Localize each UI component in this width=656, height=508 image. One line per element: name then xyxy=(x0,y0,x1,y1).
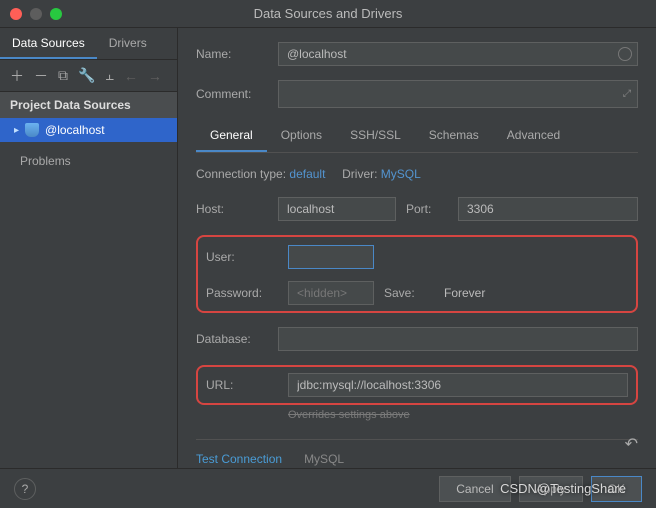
property-tabs: General Options SSH/SSL Schemas Advanced xyxy=(196,122,638,153)
port-label: Port: xyxy=(406,202,448,216)
user-input[interactable] xyxy=(288,245,374,269)
port-input[interactable] xyxy=(458,197,638,221)
graph-icon[interactable]: ⫠ xyxy=(105,67,113,84)
cancel-button[interactable]: Cancel xyxy=(439,476,510,502)
tab-general[interactable]: General xyxy=(196,122,267,152)
override-hint: Overrides settings above xyxy=(288,409,638,421)
minimize-icon xyxy=(30,8,42,20)
content-panel: Name: Comment: ⤢ General Options SSH/SSL… xyxy=(178,28,656,468)
expand-icon[interactable]: ⤢ xyxy=(623,89,631,100)
close-icon[interactable] xyxy=(10,8,22,20)
driver-info: MySQL xyxy=(304,452,344,466)
reset-name-icon[interactable] xyxy=(618,47,632,61)
url-highlight: URL: xyxy=(196,365,638,405)
database-icon xyxy=(25,123,39,137)
user-label: User: xyxy=(206,250,278,264)
sidebar-toolbar: ＋ － ⧉ 🔧 ⫠ ← → xyxy=(0,60,177,92)
save-label: Save: xyxy=(384,286,426,300)
driver-link[interactable]: MySQL xyxy=(381,167,421,181)
tab-options[interactable]: Options xyxy=(267,122,336,152)
sidebar-item-problems[interactable]: Problems xyxy=(0,142,177,180)
divider xyxy=(196,439,638,440)
help-button[interactable]: ? xyxy=(14,478,36,500)
project-sources-header: Project Data Sources xyxy=(0,92,177,118)
forward-icon: → xyxy=(148,68,162,84)
conn-type-label: Connection type: xyxy=(196,167,286,181)
credentials-highlight: User: Password: Save: xyxy=(196,235,638,313)
chevron-right-icon: ▸ xyxy=(14,125,19,136)
test-connection-link[interactable]: Test Connection xyxy=(196,452,282,466)
name-input[interactable] xyxy=(278,42,638,66)
host-label: Host: xyxy=(196,202,268,216)
dialog-footer: ? Cancel Apply OK xyxy=(0,468,656,508)
sidebar-tabs: Data Sources Drivers xyxy=(0,28,177,60)
driver-label: Driver: xyxy=(342,167,377,181)
back-icon: ← xyxy=(124,68,138,84)
connection-meta: Connection type: default Driver: MySQL xyxy=(196,167,638,181)
save-select[interactable] xyxy=(436,281,586,305)
titlebar: Data Sources and Drivers xyxy=(0,0,656,28)
url-input[interactable] xyxy=(288,373,628,397)
name-label: Name: xyxy=(196,47,268,61)
host-input[interactable] xyxy=(278,197,396,221)
window-controls xyxy=(10,8,62,20)
conn-type-link[interactable]: default xyxy=(289,167,325,181)
datasource-label: @localhost xyxy=(45,123,105,137)
window-title: Data Sources and Drivers xyxy=(254,6,403,21)
tab-schemas[interactable]: Schemas xyxy=(415,122,493,152)
ok-button[interactable]: OK xyxy=(591,476,642,502)
comment-label: Comment: xyxy=(196,87,268,101)
tab-advanced[interactable]: Advanced xyxy=(493,122,574,152)
url-label: URL: xyxy=(206,378,278,392)
datasource-item-localhost[interactable]: ▸ @localhost xyxy=(0,118,177,142)
remove-icon[interactable]: － xyxy=(34,66,48,86)
wrench-icon[interactable]: 🔧 xyxy=(78,67,95,84)
comment-input[interactable]: ⤢ xyxy=(278,80,638,108)
tab-drivers[interactable]: Drivers xyxy=(97,28,159,59)
apply-button[interactable]: Apply xyxy=(519,476,583,502)
tab-data-sources[interactable]: Data Sources xyxy=(0,28,97,59)
duplicate-icon[interactable]: ⧉ xyxy=(58,67,68,84)
password-label: Password: xyxy=(206,286,278,300)
password-input[interactable] xyxy=(288,281,374,305)
database-input[interactable] xyxy=(278,327,638,351)
database-label: Database: xyxy=(196,332,268,346)
revert-icon[interactable]: ↶ xyxy=(625,434,638,454)
tab-ssh-ssl[interactable]: SSH/SSL xyxy=(336,122,415,152)
sidebar: Data Sources Drivers ＋ － ⧉ 🔧 ⫠ ← → Proje… xyxy=(0,28,178,468)
add-icon[interactable]: ＋ xyxy=(10,66,24,86)
zoom-icon[interactable] xyxy=(50,8,62,20)
